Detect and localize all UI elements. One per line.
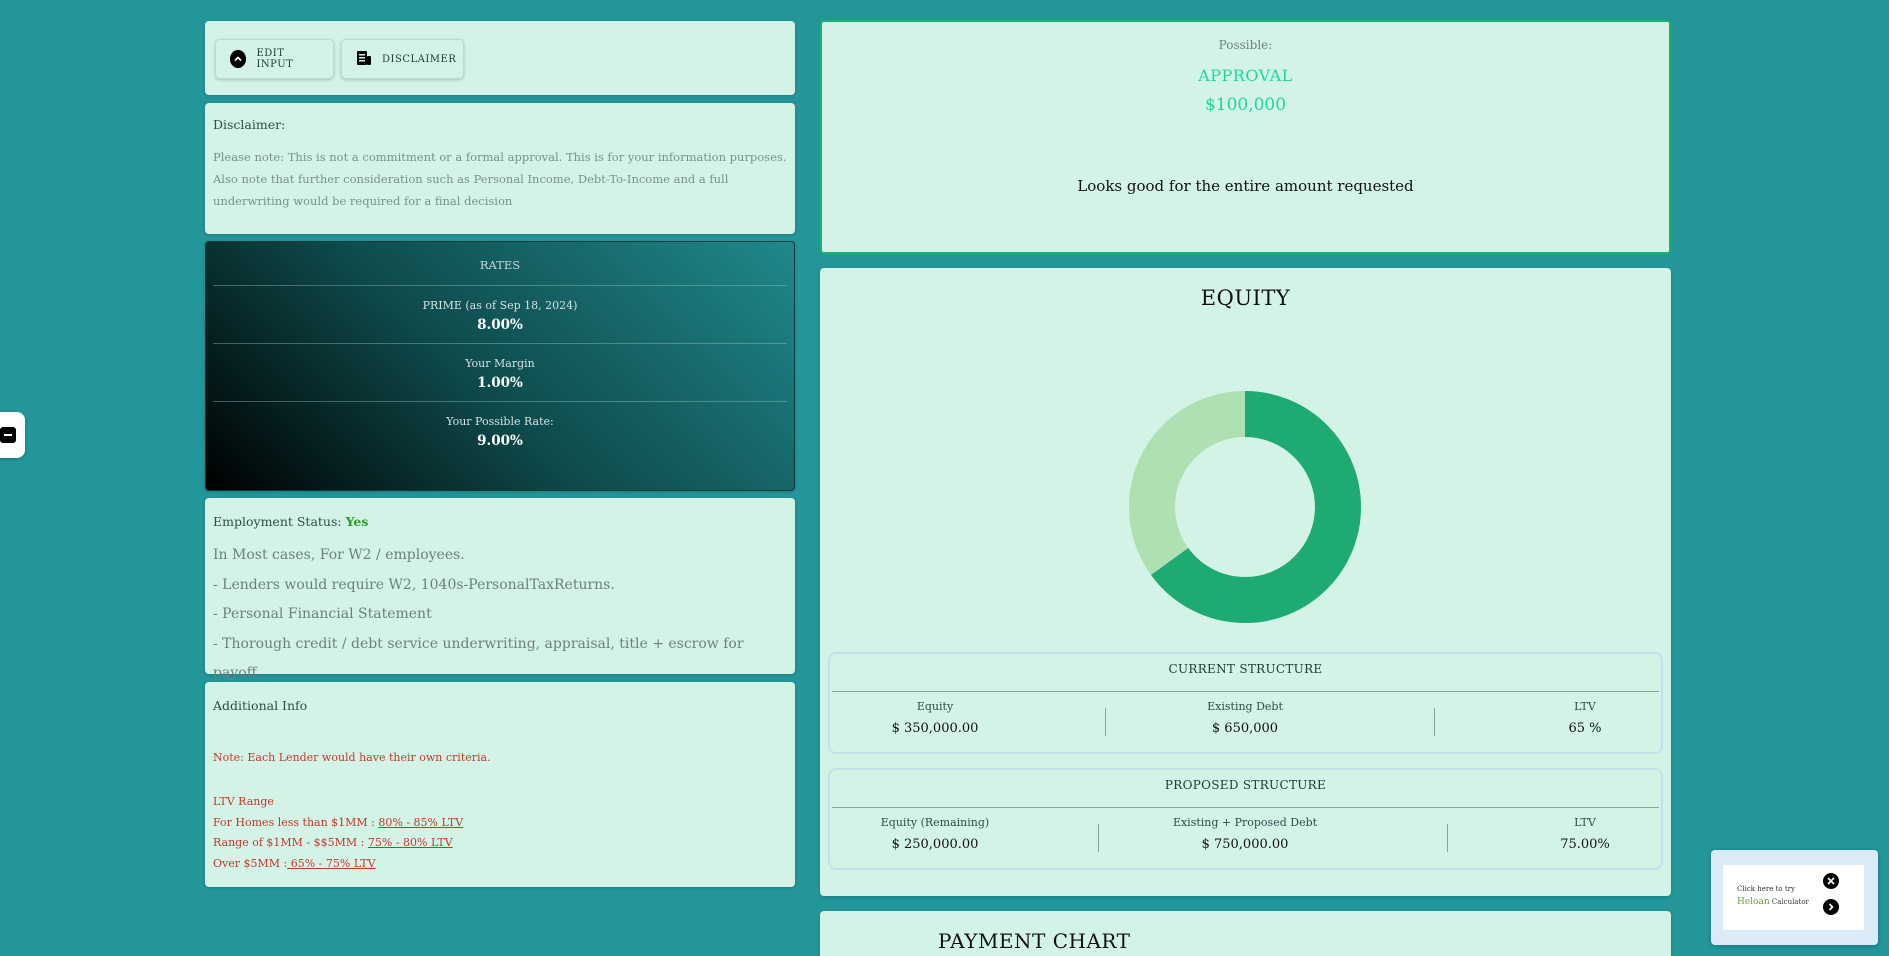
- collapse-side-tab[interactable]: [0, 412, 25, 458]
- disclaimer-title: Disclaimer:: [213, 117, 286, 132]
- heloan-promo-text: Click here to try Heloan Calculator: [1737, 883, 1809, 909]
- column-divider: [1447, 824, 1448, 852]
- heloan-highlight: Heloan: [1737, 897, 1770, 907]
- rate-possible: Your Possible Rate: 9.00%: [213, 402, 787, 459]
- employment-card: Employment Status: Yes In Most cases, Fo…: [205, 498, 795, 681]
- ltv-range-item: Over $5MM : 65% - 75% LTV: [213, 854, 787, 875]
- ltv-range-label: For Homes less than $1MM :: [213, 815, 379, 829]
- disclaimer-text: Please note: This is not a commitment or…: [213, 150, 787, 208]
- lender-note: Note: Each Lender would have their own c…: [213, 751, 491, 764]
- approval-message: Looks good for the entire amount request…: [1077, 177, 1414, 195]
- current-equity-label: Equity: [916, 700, 954, 713]
- disclaimer-card: Disclaimer: Please note: This is not a c…: [205, 103, 795, 234]
- heloan-widget: Click here to try Heloan Calculator: [1711, 850, 1878, 945]
- document-icon: [356, 50, 372, 69]
- ltv-range-label: Range of $1MM - $$5MM :: [213, 836, 368, 849]
- ltv-range-link[interactable]: 80% - 85% LTV: [378, 816, 463, 829]
- proposed-debt-label: Existing + Proposed Debt: [1172, 816, 1318, 829]
- current-ltv: LTV 65 %: [1540, 700, 1630, 736]
- heloan-widget-body[interactable]: Click here to try Heloan Calculator: [1723, 865, 1864, 930]
- current-ltv-label: LTV: [1574, 700, 1596, 713]
- column-divider: [1105, 708, 1106, 736]
- proposed-equity: Equity (Remaining) $ 250,000.00: [860, 816, 1010, 852]
- additional-info-title: Additional Info: [213, 698, 308, 713]
- employment-status-label: Employment Status:: [213, 514, 342, 529]
- ltv-range-item: Range of $1MM - $$5MM : 75% - 80% LTV: [213, 833, 787, 854]
- rates-card: RATES PRIME (as of Sep 18, 2024) 8.00% Y…: [205, 241, 795, 491]
- ltv-range-label: Over $5MM :: [213, 856, 288, 870]
- heloan-suffix: Calculator: [1771, 898, 1809, 906]
- additional-info-card: Additional Info Note: Each Lender would …: [205, 682, 795, 887]
- approval-amount: $100,000: [1204, 95, 1287, 115]
- current-ltv-value: 65 %: [1568, 721, 1602, 736]
- rate-margin-label: Your Margin: [465, 357, 535, 370]
- column-divider: [1434, 708, 1435, 736]
- minus-icon: [0, 427, 16, 443]
- proposed-ltv: LTV 75.00%: [1540, 816, 1630, 852]
- proposed-equity-label: Equity (Remaining): [880, 816, 990, 829]
- rate-possible-value: 9.00%: [477, 433, 523, 449]
- proposed-structure-title: PROPOSED STRUCTURE: [832, 770, 1659, 808]
- employment-line: In Most cases, For W2 / employees.: [213, 547, 465, 563]
- approval-status: APPROVAL: [1198, 66, 1293, 85]
- current-equity-value: $ 350,000.00: [891, 721, 979, 736]
- proposed-structure: PROPOSED STRUCTURE Equity (Remaining) $ …: [828, 768, 1663, 870]
- proposed-ltv-label: LTV: [1574, 816, 1596, 829]
- employment-status: Employment Status: Yes: [213, 514, 787, 529]
- current-debt-value: $ 650,000: [1211, 721, 1279, 736]
- actions-card: EDIT INPUT DISCLAIMER: [205, 21, 795, 95]
- payment-chart-card: PAYMENT CHART: [820, 911, 1671, 956]
- equity-card: EQUITY CURRENT STRUCTURE Equity $ 350,00…: [820, 268, 1671, 896]
- current-debt-label: Existing Debt: [1207, 700, 1283, 713]
- edit-input-label: EDIT INPUT: [256, 48, 294, 70]
- employment-line: - Thorough credit / debt service underwr…: [213, 635, 744, 682]
- current-structure-title: CURRENT STRUCTURE: [832, 654, 1659, 692]
- employment-line: - Lenders would require W2, 1040s-Person…: [213, 576, 615, 593]
- rate-prime: PRIME (as of Sep 18, 2024) 8.00%: [213, 286, 787, 344]
- rates-header: RATES: [213, 242, 787, 286]
- current-debt: Existing Debt $ 650,000: [1170, 700, 1320, 736]
- ltv-range-link[interactable]: 65% - 75% LTV: [287, 857, 376, 870]
- proposed-ltv-value: 75.00%: [1560, 837, 1610, 852]
- current-equity: Equity $ 350,000.00: [860, 700, 1010, 736]
- current-structure: CURRENT STRUCTURE Equity $ 350,000.00 Ex…: [828, 652, 1663, 754]
- proposed-equity-value: $ 250,000.00: [891, 837, 979, 852]
- chevron-right-icon[interactable]: [1823, 899, 1839, 915]
- employment-status-value: Yes: [345, 514, 369, 529]
- proposed-debt: Existing + Proposed Debt $ 750,000.00: [1155, 816, 1335, 852]
- equity-title: EQUITY: [1200, 286, 1291, 310]
- rate-margin-value: 1.00%: [477, 375, 523, 391]
- payment-chart-title: PAYMENT CHART: [938, 929, 1131, 953]
- rate-possible-label: Your Possible Rate:: [446, 415, 554, 428]
- disclaimer-label: DISCLAIMER: [382, 53, 457, 65]
- chevron-up-icon: [230, 50, 247, 68]
- ltv-range-title: LTV Range: [213, 795, 274, 808]
- disclaimer-button[interactable]: DISCLAIMER: [341, 39, 464, 79]
- column-divider: [1098, 824, 1099, 852]
- rate-margin: Your Margin 1.00%: [213, 344, 787, 402]
- ltv-range-link[interactable]: 75% - 80% LTV: [368, 836, 453, 849]
- proposed-debt-value: $ 750,000.00: [1201, 837, 1289, 852]
- equity-donut-chart: [1129, 391, 1361, 623]
- ltv-range-item: For Homes less than $1MM : 80% - 85% LTV: [213, 813, 787, 834]
- close-icon[interactable]: [1823, 873, 1839, 889]
- edit-input-button[interactable]: EDIT INPUT: [215, 39, 334, 79]
- possible-approval-card: Possible: APPROVAL $100,000 Looks good f…: [820, 20, 1671, 254]
- rate-prime-value: 8.00%: [477, 317, 523, 333]
- rate-prime-label: PRIME (as of Sep 18, 2024): [422, 299, 578, 312]
- heloan-prefix: Click here to try: [1737, 885, 1795, 893]
- possible-label: Possible:: [1218, 38, 1273, 52]
- employment-line: - Personal Financial Statement: [213, 606, 432, 622]
